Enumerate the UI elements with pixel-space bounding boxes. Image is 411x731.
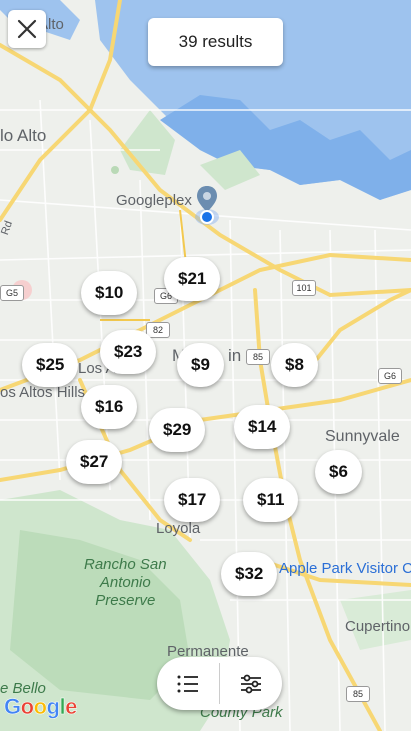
price-pin[interactable]: $17	[164, 478, 221, 522]
close-icon	[17, 19, 37, 39]
filter-sliders-icon	[241, 674, 261, 693]
map-toolbar	[157, 657, 282, 710]
shield-g5: G5	[0, 285, 24, 301]
place-label-sunnyvale: Sunnyvale	[325, 428, 400, 445]
place-label-cupertino: Cupertino	[345, 618, 411, 635]
price-pin[interactable]: $16	[81, 385, 138, 429]
price-pin[interactable]: $27	[66, 440, 123, 484]
results-count-badge: 39 results	[148, 18, 283, 66]
price-pin[interactable]: $6	[315, 450, 362, 494]
current-location-pin-icon[interactable]	[194, 184, 220, 226]
price-pin[interactable]: $21	[164, 257, 221, 301]
shield-85b: 85	[346, 686, 370, 702]
price-pin[interactable]: $25	[22, 343, 79, 387]
filter-button[interactable]	[220, 657, 282, 710]
shield-85a: 85	[246, 349, 270, 365]
price-pin[interactable]: $11	[243, 478, 299, 522]
place-label-palo-alto: lo Alto	[0, 126, 47, 145]
place-label-mountain-view-2: in	[228, 346, 242, 365]
place-label-apple-park: Apple Park Visitor C	[279, 560, 411, 577]
place-label-googleplex: Googleplex	[116, 192, 192, 209]
price-pin[interactable]: $32	[221, 552, 278, 596]
list-view-button[interactable]	[157, 657, 219, 710]
close-button[interactable]	[8, 10, 46, 48]
price-pin[interactable]: $8	[271, 343, 318, 387]
price-pin[interactable]: $29	[149, 408, 206, 452]
shield-g6b: G6	[378, 368, 402, 384]
price-pin[interactable]: $10	[81, 271, 138, 315]
price-pin[interactable]: $9	[177, 343, 224, 387]
price-pin[interactable]: $14	[234, 405, 291, 449]
place-label-rancho-san-antonio: Rancho San Antonio Preserve	[84, 556, 167, 609]
shield-101: 101	[292, 280, 316, 296]
place-label-loyola: Loyola	[156, 520, 201, 537]
google-logo: Google	[4, 694, 78, 720]
price-pin[interactable]: $23	[100, 330, 157, 374]
list-icon	[177, 675, 198, 692]
